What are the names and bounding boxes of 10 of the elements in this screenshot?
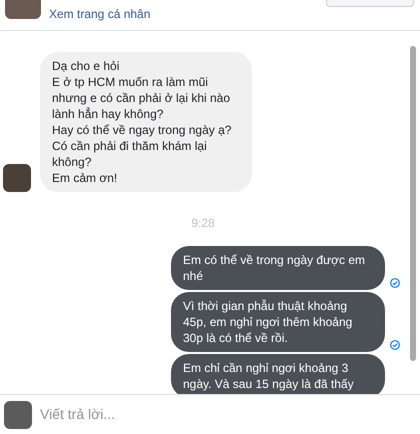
scrollbar-thumb[interactable] — [410, 46, 416, 361]
sender-avatar[interactable] — [3, 164, 31, 192]
message-bubble: Dạ cho e hỏi E ở tp HCM muốn ra làm mũi nhưng e có cần phải ở lại khi nào lành hẳn hay không? Hay có thể về ngay trong ngày ạ? Có cần phải đi thăm khám lại không? Em cảm ơn! — [40, 52, 252, 192]
message-bubble: Em chỉ cần nghỉ ngơi khoảng 3 ngày. Và sau 15 ngày là đã thấy — [171, 354, 385, 394]
profile-link[interactable]: Xem trang cá nhân — [49, 7, 150, 21]
message-bubble: Em có thể về trong ngày được em nhé — [171, 246, 385, 290]
timestamp: 9:28 — [191, 215, 215, 232]
user-avatar — [4, 400, 32, 428]
message-bubble: Vì thời gian phẫu thuật khoảng 45p, em nghỉ ngơi thêm khoảng 30p là có thể về rồi. — [171, 292, 385, 352]
reply-field[interactable]: Viết trả lời... — [40, 404, 416, 425]
